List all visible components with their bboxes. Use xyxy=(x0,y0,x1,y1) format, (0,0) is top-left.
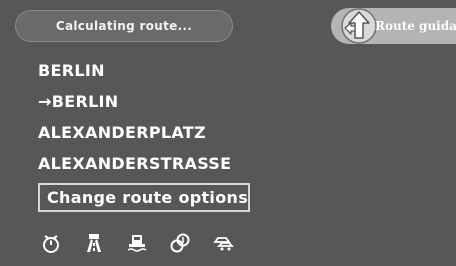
route-item-via[interactable]: ALEXANDERPLATZ xyxy=(38,123,206,142)
route-item-label: BERLIN xyxy=(38,61,105,80)
toll-icon[interactable] xyxy=(169,232,191,254)
car-train-icon[interactable] xyxy=(212,232,234,254)
route-guidance-label: Route guidance xyxy=(375,19,456,33)
route-status: Calculating route... xyxy=(15,10,233,42)
route-item-label: ALEXANDERPLATZ xyxy=(38,123,206,142)
route-item-destination-city[interactable]: →BERLIN xyxy=(38,92,119,111)
right-arrow-icon: → xyxy=(38,92,52,111)
route-item-label: ALEXANDERSTRASSE xyxy=(38,154,232,173)
timer-icon[interactable] xyxy=(40,232,62,254)
route-item-street[interactable]: ALEXANDERSTRASSE xyxy=(38,154,231,173)
guidance-arrow-icon xyxy=(341,8,377,44)
route-item-start[interactable]: BERLIN xyxy=(38,61,105,80)
navigation-screen: Calculating route... Route guidance BERL… xyxy=(0,0,456,266)
route-item-label: BERLIN xyxy=(51,92,119,111)
route-guidance-button[interactable]: Route guidance xyxy=(331,8,456,44)
motorway-icon[interactable] xyxy=(83,232,105,254)
ferry-icon[interactable] xyxy=(126,232,148,254)
change-route-options-button[interactable]: Change route options xyxy=(38,183,250,212)
